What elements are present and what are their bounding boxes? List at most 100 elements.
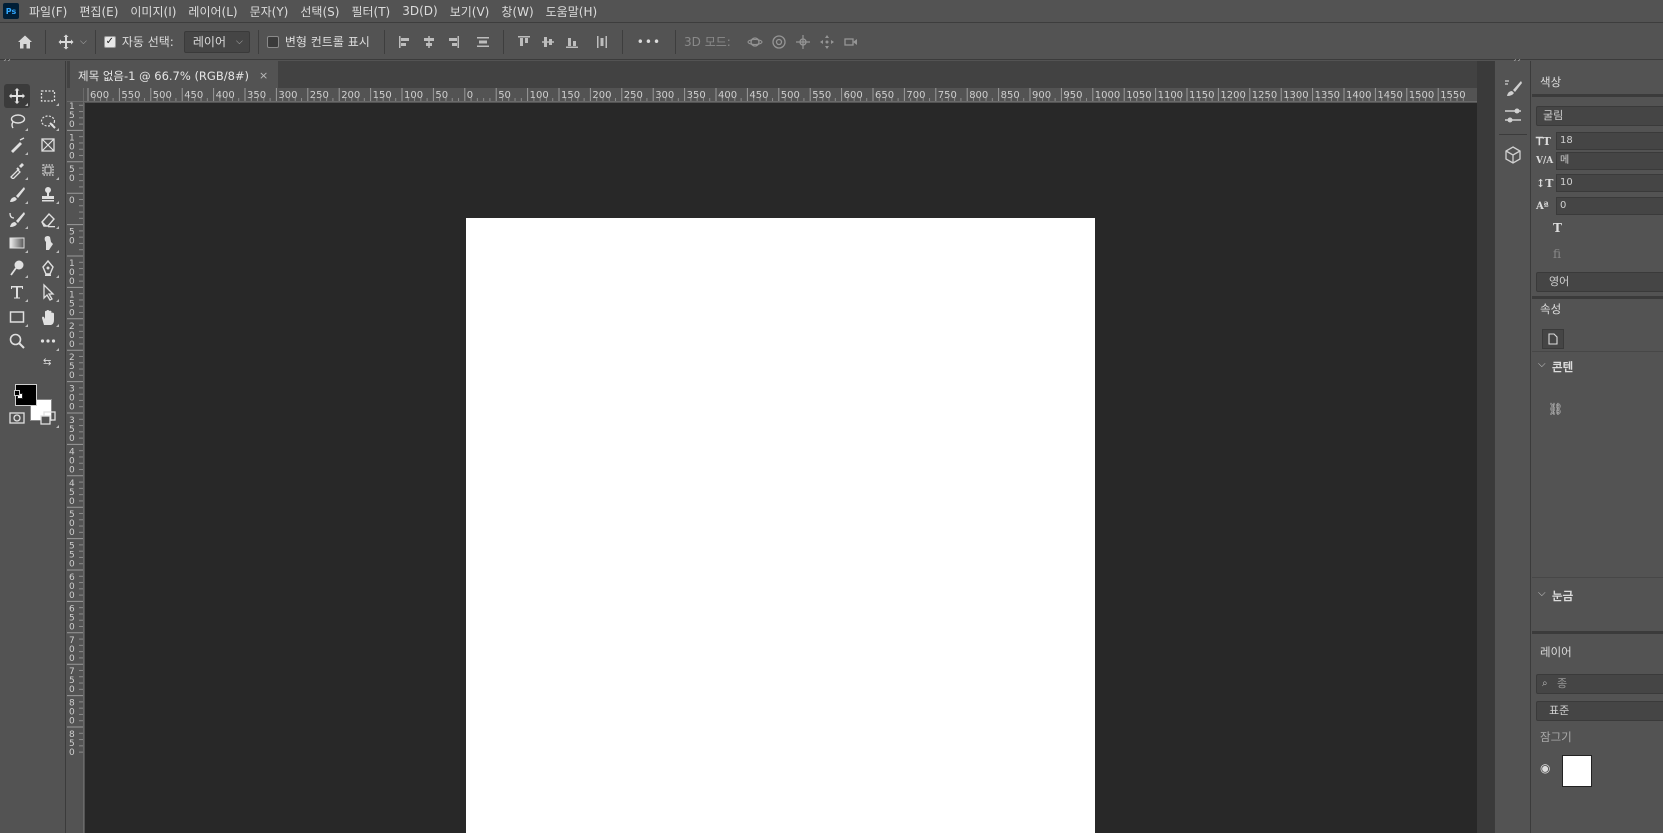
align-horizontal-center-icon[interactable]	[417, 30, 441, 54]
vertical-ruler[interactable]: 1501005005010015020025030035040045050055…	[67, 102, 84, 833]
auto-select-checkbox[interactable]	[103, 35, 116, 48]
layers-search-field[interactable]: ⌕ 종	[1536, 674, 1663, 694]
ruler-label: 0	[69, 340, 75, 350]
ruler-label: 350	[687, 90, 706, 101]
quick-select-tool-icon[interactable]	[35, 109, 61, 133]
frame-tool-icon[interactable]	[35, 133, 61, 157]
crop-tool-icon[interactable]	[35, 158, 61, 182]
menu-help[interactable]: 도움말(H)	[546, 3, 598, 20]
lasso-tool-icon[interactable]	[4, 109, 30, 133]
3d-pan-icon[interactable]	[791, 30, 815, 54]
smudge-tool-icon[interactable]	[35, 231, 61, 255]
chevron-down-icon[interactable]: ⌵	[1538, 359, 1546, 370]
ruler-label: 400	[216, 90, 235, 101]
align-left-icon[interactable]	[393, 30, 417, 54]
menu-view[interactable]: 보기(V)	[450, 3, 490, 20]
dodge-tool-icon[interactable]	[4, 256, 30, 280]
horizontal-ruler[interactable]: 600 550 500 450 400 350 300 250 200 150 100 50 0 50 10…	[84, 88, 1477, 102]
layers-panel-title[interactable]: 레이어	[1540, 644, 1572, 660]
3d-orbit-icon[interactable]	[743, 30, 767, 54]
chevron-down-icon[interactable]: ⌵	[80, 37, 87, 47]
separator	[1532, 351, 1663, 352]
pen-tool-icon[interactable]	[35, 256, 61, 280]
ruler-label: 0	[69, 403, 75, 413]
brush-settings-icon[interactable]	[1503, 78, 1523, 98]
baseline-shift-field[interactable]: 0	[1556, 197, 1663, 215]
menu-3d[interactable]: 3D(D)	[402, 4, 437, 18]
align-vertical-center-icon[interactable]	[536, 30, 560, 54]
align-bottom-icon[interactable]	[560, 30, 584, 54]
menu-image[interactable]: 이미지(I)	[130, 3, 176, 20]
ruler-label: 300	[278, 90, 297, 101]
lock-label: 잠그기	[1540, 730, 1572, 744]
vertical-scale-field[interactable]: 10	[1556, 174, 1663, 192]
ruler-origin[interactable]	[67, 88, 84, 102]
properties-panel-title[interactable]: 속성	[1540, 301, 1561, 317]
tracking-row: V/A 메	[1536, 152, 1663, 170]
stamp-tool-icon[interactable]	[35, 182, 61, 206]
default-colors-icon[interactable]	[14, 390, 24, 400]
eyedropper-tool-icon[interactable]	[4, 158, 30, 182]
distribute-horizontal-icon[interactable]	[590, 30, 614, 54]
font-family-field[interactable]: 굴림	[1536, 106, 1663, 126]
link-icon[interactable]: ⛓	[1548, 402, 1563, 416]
history-brush-tool-icon[interactable]	[4, 207, 30, 231]
separator	[1532, 296, 1663, 299]
blend-mode-dropdown[interactable]: 표준	[1536, 701, 1663, 721]
home-icon[interactable]	[13, 30, 37, 54]
color-panel-title[interactable]: 색상	[1540, 74, 1561, 90]
distribute-vertical-icon[interactable]	[471, 30, 495, 54]
document-tab[interactable]: 제목 없음-1 @ 66.7% (RGB/8#) ×	[70, 61, 279, 88]
close-tab-icon[interactable]: ×	[259, 69, 268, 82]
font-size-field[interactable]: 18	[1556, 132, 1663, 150]
align-top-icon[interactable]	[512, 30, 536, 54]
gradient-tool-icon[interactable]	[4, 231, 30, 255]
kerning-field[interactable]: 메	[1556, 152, 1663, 170]
menu-filter[interactable]: 필터(T)	[351, 3, 390, 20]
menu-edit[interactable]: 편집(E)	[79, 3, 118, 20]
menu-layer[interactable]: 레이어(L)	[188, 3, 237, 20]
swap-colors-icon[interactable]: ⇆	[43, 357, 51, 368]
move-tool-icon[interactable]	[4, 84, 30, 108]
rectangle-tool-icon[interactable]	[4, 305, 30, 329]
language-field[interactable]: 영어	[1536, 272, 1663, 292]
screen-mode-icon[interactable]	[35, 406, 61, 430]
menu-window[interactable]: 창(W)	[501, 3, 533, 20]
transform-controls-checkbox[interactable]	[266, 35, 279, 48]
zoom-tool-icon[interactable]	[4, 329, 30, 353]
hand-tool-icon[interactable]	[35, 305, 61, 329]
crop-brush-tool-icon[interactable]	[4, 133, 30, 157]
marquee-tool-icon[interactable]	[35, 84, 61, 108]
move-tool-preset-icon[interactable]	[54, 30, 78, 54]
auto-select-target-dropdown[interactable]: 레이어 ⌵	[183, 30, 250, 53]
layer-row[interactable]: ◉	[1532, 751, 1663, 791]
align-right-icon[interactable]	[441, 30, 465, 54]
3d-roll-icon[interactable]	[767, 30, 791, 54]
document-canvas[interactable]	[466, 218, 1095, 833]
chevron-down-icon[interactable]: ⌵	[1538, 588, 1546, 599]
menu-type[interactable]: 문자(Y)	[250, 3, 289, 20]
baseline-shift-icon: Aª	[1536, 200, 1549, 212]
more-options-button[interactable]: •••	[637, 35, 661, 49]
canvas-area[interactable]	[85, 103, 1477, 833]
faux-bold-icon[interactable]: T	[1553, 221, 1562, 235]
auto-select-target-value: 레이어	[192, 35, 226, 49]
canvas-section-title[interactable]: 콘텐	[1552, 359, 1573, 375]
adjustments-icon[interactable]	[1503, 106, 1523, 126]
quick-mask-icon[interactable]	[4, 406, 30, 430]
separator	[45, 29, 46, 54]
3d-scale-icon[interactable]	[839, 30, 863, 54]
type-tool-icon[interactable]	[4, 280, 30, 304]
eraser-tool-icon[interactable]	[35, 207, 61, 231]
eye-visibility-icon[interactable]: ◉	[1540, 761, 1550, 775]
more-tools-icon[interactable]	[35, 329, 61, 353]
brush-tool-icon[interactable]	[4, 182, 30, 206]
menu-file[interactable]: 파일(F)	[29, 3, 67, 20]
path-select-tool-icon[interactable]	[35, 280, 61, 304]
3d-slide-icon[interactable]	[815, 30, 839, 54]
rulers-grids-section-title[interactable]: 눈금	[1552, 588, 1573, 604]
document-properties-icon[interactable]	[1542, 329, 1564, 349]
3d-cube-icon[interactable]	[1503, 145, 1523, 165]
ligature-icon[interactable]: fi	[1553, 247, 1561, 261]
menu-select[interactable]: 선택(S)	[300, 3, 339, 20]
